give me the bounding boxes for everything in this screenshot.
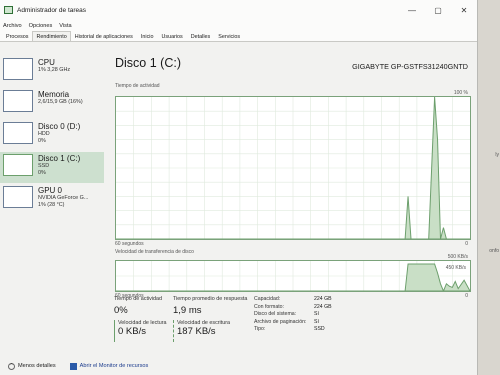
property-value: Sí bbox=[314, 311, 319, 317]
active-time-value: 0% bbox=[114, 305, 128, 316]
property-key: Archivo de paginación: bbox=[254, 318, 307, 325]
property-key: Con formato: bbox=[254, 303, 284, 310]
sidebar-item-title: CPU bbox=[38, 58, 55, 67]
activity-grid bbox=[116, 97, 470, 239]
tab-detalles[interactable]: Detalles bbox=[187, 31, 214, 41]
sidebar-item-sub: NVIDIA GeForce G... bbox=[38, 195, 89, 201]
activity-time-left: 60 segundos bbox=[115, 241, 144, 247]
sidebar-item-title: Disco 0 (D:) bbox=[38, 122, 81, 131]
property-value: SSD bbox=[314, 326, 325, 332]
sidebar-item-sub2: 0% bbox=[38, 169, 46, 176]
transfer-graph-mid: 450 KB/s bbox=[445, 265, 466, 271]
property-row: Capacidad: 224 GB bbox=[254, 296, 332, 304]
property-key: Disco del sistema: bbox=[254, 311, 297, 317]
activity-chart bbox=[115, 96, 471, 240]
tab-historial[interactable]: Historial de aplicaciones bbox=[71, 31, 137, 41]
resource-monitor-icon bbox=[69, 362, 77, 370]
sidebar-item-title: Disco 1 (C:) bbox=[38, 154, 81, 163]
performance-content: CPU 1% 3,28 GHz Memoria 2,6/15,9 GB (16%… bbox=[0, 42, 477, 357]
property-value: Sí bbox=[314, 318, 319, 325]
sidebar-item-cpu[interactable]: CPU 1% 3,28 GHz bbox=[0, 56, 104, 87]
background-text: ly bbox=[495, 152, 499, 158]
gpu-thumbnail bbox=[3, 186, 33, 208]
write-speed-value: 187 KB/s bbox=[177, 326, 216, 337]
property-value: 224 GB bbox=[314, 303, 332, 310]
sidebar-item-sub: 2,6/15,9 GB (16%) bbox=[38, 99, 83, 105]
title-bar: Administrador de tareas — ▢ ✕ bbox=[0, 0, 477, 20]
avg-response-label: Tiempo promedio de respuesta bbox=[173, 296, 248, 302]
sidebar-item-disco-0[interactable]: Disco 0 (D:) HDD 0% bbox=[0, 120, 104, 151]
tab-rendimiento[interactable]: Rendimiento bbox=[32, 31, 71, 41]
read-speed-box: Velocidad de lectura 0 KB/s bbox=[114, 320, 167, 342]
sidebar-item-sub2: 0% bbox=[38, 137, 46, 144]
transfer-graph-label: Velocidad de transferencia de disco bbox=[115, 249, 194, 255]
sidebar-item-memoria[interactable]: Memoria 2,6/15,9 GB (16%) bbox=[0, 88, 104, 119]
disk-model: GIGABYTE GP-GSTFS31240GNTD bbox=[352, 62, 468, 71]
disk-stats: Tiempo de actividad 0% Tiempo promedio d… bbox=[114, 296, 476, 366]
maximize-button[interactable]: ▢ bbox=[425, 0, 451, 20]
window-controls: — ▢ ✕ bbox=[399, 0, 477, 20]
sidebar-item-gpu[interactable]: GPU 0 NVIDIA GeForce G... 1% (28 °C) bbox=[0, 184, 104, 215]
menu-vista[interactable]: Vista bbox=[59, 23, 71, 29]
cpu-thumbnail bbox=[3, 58, 33, 80]
property-key: Tipo: bbox=[254, 326, 266, 332]
disk1-thumbnail bbox=[3, 154, 33, 176]
tab-inicio[interactable]: Inicio bbox=[137, 31, 158, 41]
transfer-chart bbox=[115, 260, 471, 292]
performance-sidebar: CPU 1% 3,28 GHz Memoria 2,6/15,9 GB (16%… bbox=[0, 56, 104, 216]
minimize-button[interactable]: — bbox=[399, 0, 425, 20]
sidebar-item-sub: 1% 3,28 GHz bbox=[38, 67, 71, 73]
active-time-label: Tiempo de actividad bbox=[114, 296, 163, 302]
property-key: Capacidad: bbox=[254, 296, 281, 302]
close-button[interactable]: ✕ bbox=[451, 0, 477, 20]
sidebar-item-title: GPU 0 bbox=[38, 186, 63, 195]
tab-servicios[interactable]: Servicios bbox=[214, 31, 244, 41]
resource-monitor-label: Abrir el Monitor de recursos bbox=[79, 363, 149, 369]
less-details-button[interactable]: Menos detalles bbox=[18, 363, 56, 369]
menu-bar: Archivo Opciones Vista bbox=[0, 20, 477, 31]
activity-graph-label: Tiempo de actividad bbox=[115, 83, 160, 89]
sidebar-item-title: Memoria bbox=[38, 90, 70, 99]
write-speed-box: Velocidad de escritura 187 KB/s bbox=[173, 320, 230, 342]
menu-archivo[interactable]: Archivo bbox=[3, 23, 22, 29]
menu-opciones[interactable]: Opciones bbox=[29, 23, 53, 29]
task-manager-window: Administrador de tareas — ▢ ✕ Archivo Op… bbox=[0, 0, 478, 375]
avg-response-value: 1,9 ms bbox=[173, 305, 202, 316]
tab-bar: Procesos Rendimiento Historial de aplica… bbox=[0, 31, 477, 42]
sidebar-item-disco-1[interactable]: Disco 1 (C:) SSD 0% bbox=[0, 152, 104, 183]
resource-monitor-link[interactable]: Abrir el Monitor de recursos bbox=[69, 362, 149, 370]
disk-properties: Capacidad: 224 GB Con formato: 224 GB Disc… bbox=[254, 296, 332, 334]
property-row: Tipo: SSD bbox=[254, 326, 332, 334]
tab-usuarios[interactable]: Usuarios bbox=[157, 31, 186, 41]
disk0-thumbnail bbox=[3, 122, 33, 144]
background-text: onfo bbox=[489, 248, 499, 254]
property-row: Con formato: 224 GB bbox=[254, 304, 332, 312]
read-speed-value: 0 KB/s bbox=[118, 326, 146, 337]
footer-bar: ⌃ Menos detalles Abrir el Monitor de rec… bbox=[0, 357, 478, 375]
window-title: Administrador de tareas bbox=[17, 6, 87, 14]
sidebar-item-sub2: 1% (28 °C) bbox=[38, 201, 65, 208]
memory-thumbnail bbox=[3, 90, 33, 112]
chevron-up-icon[interactable]: ⌃ bbox=[8, 362, 15, 370]
task-manager-icon bbox=[4, 6, 13, 14]
property-value: 224 GB bbox=[314, 296, 332, 302]
activity-time-right: 0 bbox=[465, 241, 468, 247]
property-row: Disco del sistema: Sí bbox=[254, 311, 332, 319]
tab-procesos[interactable]: Procesos bbox=[2, 31, 32, 41]
page-title: Disco 1 (C:) bbox=[115, 56, 181, 70]
property-row: Archivo de paginación: Sí bbox=[254, 319, 332, 327]
